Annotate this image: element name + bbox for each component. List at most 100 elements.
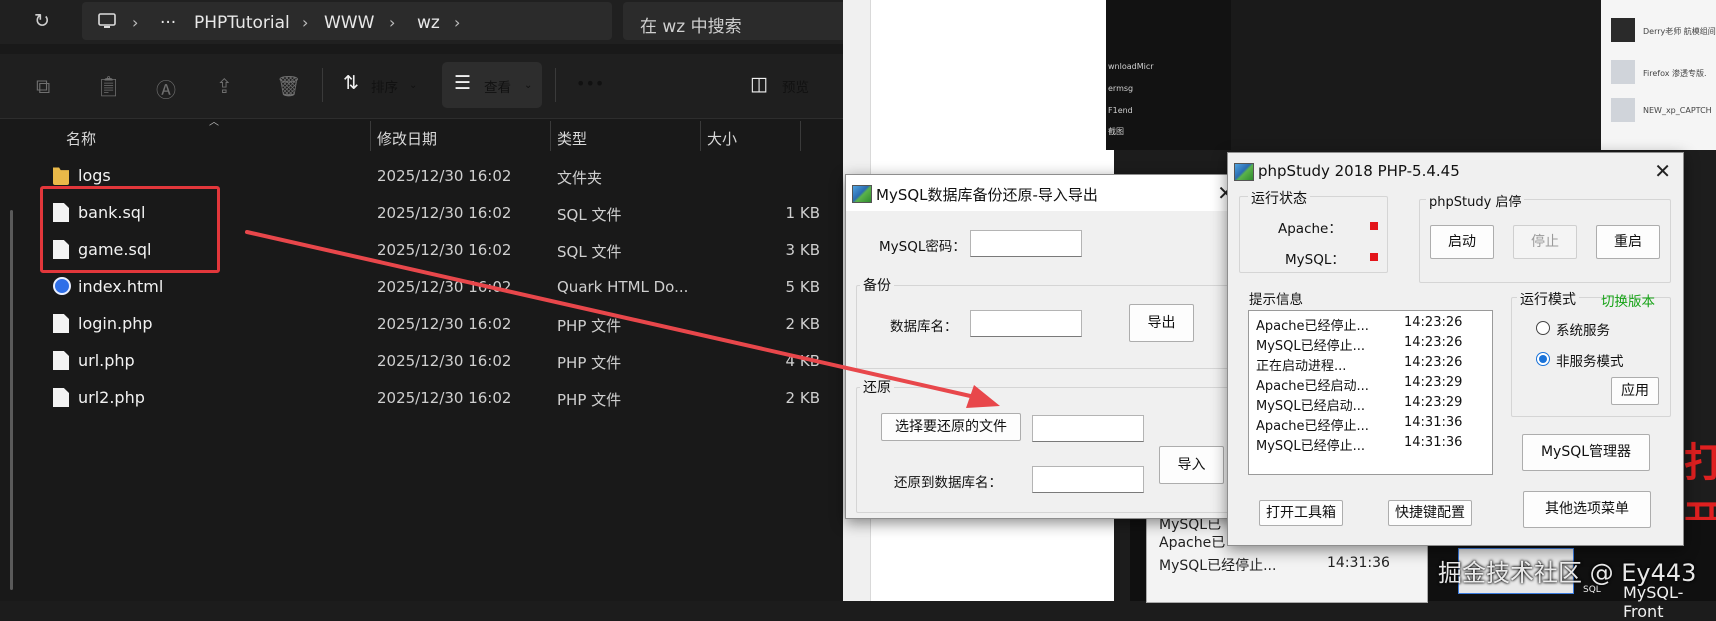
command-bar: ⧉ 📋︎ Ⓐ ⇪ 🗑︎ ⇅ 排序 ⌄ ☰ 查看 ⌄ ••• ◫ 预览 [0, 54, 843, 119]
switch-version-link[interactable]: 切换版本 [1601, 290, 1655, 310]
search-input[interactable]: 在 wz 中搜索 [623, 2, 843, 40]
file-row[interactable]: url2.php 2025/12/30 16:02 PHP 文件 2 KB [30, 379, 840, 416]
more-options-button[interactable]: ••• [566, 62, 610, 108]
refresh-icon[interactable]: ↻ [34, 10, 50, 32]
copy-icon[interactable]: ⧉ [36, 74, 50, 98]
address-bar[interactable]: › ··· PHPTutorial › WWW › wz › [82, 2, 612, 40]
restore-file-input[interactable] [1032, 415, 1144, 442]
export-button[interactable]: 导出 [1129, 304, 1194, 342]
non-service-radio[interactable] [1536, 352, 1550, 366]
background-file-list: Derry老师 航模组间 Firefox 渗透专版. NEW_xp_CAPTCH [1601, 0, 1716, 150]
mysql-status-indicator [1370, 253, 1378, 261]
backup-db-name-input[interactable] [970, 310, 1082, 337]
more-icon: ••• [576, 74, 605, 93]
file-name: login.php [78, 314, 153, 333]
file-date: 2025/12/30 16:02 [377, 167, 512, 185]
system-service-label[interactable]: 系统服务 [1556, 319, 1610, 339]
column-divider[interactable] [700, 121, 701, 151]
mysql-front-label: MySQL-Front [1623, 583, 1684, 621]
column-divider[interactable] [800, 121, 801, 151]
log-message: Apache已经停止... [1256, 319, 1369, 334]
file-type: SQL 文件 [557, 243, 622, 261]
file-row[interactable]: index.html 2025/12/30 16:02 Quark HTML D… [30, 268, 840, 305]
file-type: PHP 文件 [557, 317, 622, 335]
column-header: 名称 修改日期 类型 大小 [30, 121, 830, 151]
file-type: SQL 文件 [557, 206, 622, 224]
breadcrumb-www[interactable]: WWW [324, 13, 374, 33]
document-icon [53, 314, 69, 333]
quark-browser-icon [53, 277, 71, 295]
mysql-manager-button[interactable]: MySQL管理器 [1522, 434, 1650, 471]
mysql-password-input[interactable] [970, 230, 1082, 257]
apache-status-indicator [1370, 222, 1378, 230]
navigation-scrollbar[interactable] [10, 210, 13, 590]
file-date: 2025/12/30 16:02 [377, 241, 512, 259]
file-row[interactable]: url.php 2025/12/30 16:02 PHP 文件 4 KB [30, 342, 840, 379]
choose-restore-file-button[interactable]: 选择要还原的文件 [881, 413, 1021, 441]
log-time: 14:23:29 [1404, 375, 1463, 390]
chevron-down-icon: ⌄ [409, 80, 418, 91]
chevron-right-icon: › [302, 13, 309, 32]
delete-icon[interactable]: 🗑︎ [276, 74, 301, 98]
phpstudy-titlebar[interactable]: phpStudy 2018 PHP-5.4.45 ✕ [1228, 153, 1683, 189]
file-size: 2 KB [785, 315, 820, 333]
file-size: 1 KB [785, 204, 820, 222]
file-row[interactable]: login.php 2025/12/30 16:02 PHP 文件 2 KB [30, 305, 840, 342]
restart-button[interactable]: 重启 [1596, 225, 1660, 259]
view-button[interactable]: ☰ 查看 ⌄ [442, 62, 542, 108]
mysql-app-icon [852, 185, 872, 203]
column-type[interactable]: 类型 [557, 128, 587, 149]
breadcrumb-phptutorial[interactable]: PHPTutorial [194, 13, 290, 33]
column-date[interactable]: 修改日期 [377, 128, 437, 149]
log-message: 正在启动进程... [1256, 359, 1347, 374]
import-button[interactable]: 导入 [1159, 446, 1224, 484]
log-time: 14:31:36 [1404, 415, 1463, 430]
log-time: 14:23:26 [1404, 335, 1463, 350]
sort-icon: ⇅ [343, 72, 359, 94]
bg-log-msg: MySQL已经停止... [1159, 558, 1277, 574]
close-icon[interactable]: ✕ [1654, 159, 1671, 183]
watermark: 掘金技术社区 @ Ey443 [1438, 559, 1697, 587]
column-divider[interactable] [370, 121, 371, 151]
chevron-down-icon: ⌄ [524, 80, 533, 91]
sort-button[interactable]: ⇅ 排序 ⌄ [333, 62, 425, 108]
dialog-titlebar[interactable]: MySQL数据库备份还原-导入导出 ✕ [846, 175, 1246, 211]
file-date: 2025/12/30 16:02 [377, 278, 512, 296]
preview-button[interactable]: ◫ 预览 [744, 62, 840, 108]
navigation-pane[interactable] [0, 119, 28, 601]
file-type: Quark HTML Do... [557, 278, 689, 296]
log-list[interactable]: Apache已经停止... 14:23:26 MySQL已经停止... 14:2… [1248, 310, 1493, 475]
file-explorer-window: ↻ › ··· PHPTutorial › WWW › wz › 在 wz 中搜… [0, 0, 843, 601]
stop-button[interactable]: 停止 [1513, 225, 1577, 259]
column-divider[interactable] [550, 121, 551, 151]
share-icon[interactable]: ⇪ [216, 74, 233, 98]
apache-label: Apache： [1278, 221, 1342, 237]
other-options-button[interactable]: 其他选项菜单 [1523, 491, 1651, 528]
password-label: MySQL密码： [879, 239, 966, 255]
document-icon [53, 388, 69, 407]
bg-thumb-title: NEW_xp_CAPTCH [1643, 106, 1712, 115]
chevron-right-icon: › [132, 13, 139, 32]
restore-db-name-input[interactable] [1032, 466, 1144, 493]
breadcrumb-wz[interactable]: wz [417, 13, 440, 33]
mysql-backup-dialog: MySQL数据库备份还原-导入导出 ✕ MySQL密码： 备份 数据库名： 导出… [845, 174, 1247, 519]
file-name: logs [78, 166, 111, 185]
file-type: PHP 文件 [557, 391, 622, 409]
start-button[interactable]: 启动 [1430, 225, 1494, 259]
toolbox-button[interactable]: 打开工具箱 [1259, 500, 1343, 526]
system-service-radio[interactable] [1536, 321, 1550, 335]
column-name[interactable]: 名称 [66, 128, 96, 149]
column-size[interactable]: 大小 [707, 128, 737, 149]
bg-list-item: wnloadMicr [1108, 62, 1154, 71]
red-highlight-box [40, 186, 220, 273]
this-pc-icon[interactable] [98, 13, 116, 34]
non-service-label[interactable]: 非服务模式 [1556, 350, 1624, 370]
apply-button[interactable]: 应用 [1611, 377, 1659, 405]
shortcut-config-button[interactable]: 快捷键配置 [1388, 500, 1472, 526]
paste-icon[interactable]: 📋︎ [96, 74, 121, 98]
toolbar-divider [322, 68, 323, 102]
file-name: url2.php [78, 388, 145, 407]
search-placeholder: 在 wz 中搜索 [640, 17, 742, 37]
rename-icon[interactable]: Ⓐ [156, 74, 176, 103]
breadcrumb-overflow[interactable]: ··· [160, 13, 176, 33]
